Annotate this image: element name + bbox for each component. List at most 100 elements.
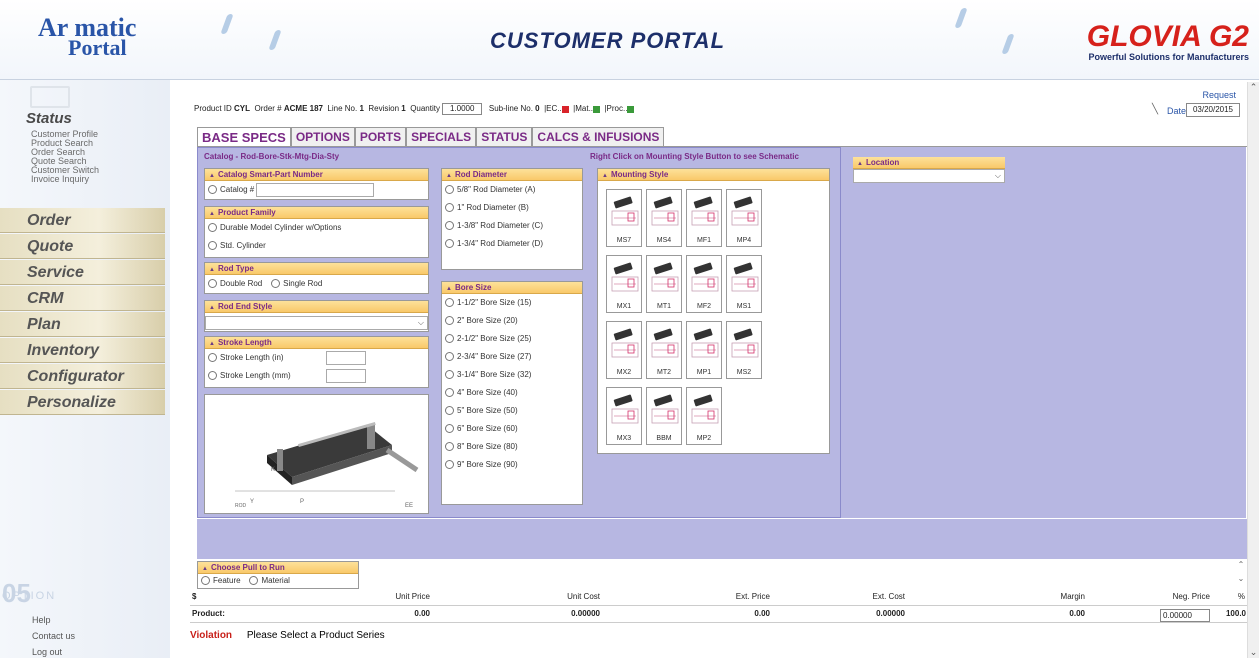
radio-button[interactable] xyxy=(208,223,217,233)
bore-size-option[interactable]: 1-1/2" Bore Size (15) xyxy=(442,294,582,312)
product-family-option-durable[interactable]: Durable Model Cylinder w/Options xyxy=(205,219,428,237)
mounting-style-button[interactable]: MP1 xyxy=(686,321,722,379)
aromatic-portal-logo[interactable]: Ar matic Portal xyxy=(38,15,158,62)
sidebar-item-inventory[interactable]: Inventory xyxy=(0,338,165,363)
mat-status-icon[interactable] xyxy=(593,105,601,113)
rod-type-option-double[interactable]: Double Rod xyxy=(208,279,262,289)
stroke-length-mm-input[interactable] xyxy=(326,368,366,383)
radio-button[interactable] xyxy=(445,370,454,380)
bore-size-option[interactable]: 2-3/4" Bore Size (27) xyxy=(442,348,582,366)
choose-pull-option-material[interactable]: Material xyxy=(249,576,290,586)
radio-button[interactable] xyxy=(445,221,454,231)
bore-size-option[interactable]: 4" Bore Size (40) xyxy=(442,384,582,402)
stroke-length-in-option[interactable]: Stroke Length (in) xyxy=(205,349,428,367)
radio-button[interactable] xyxy=(445,388,454,398)
bore-size-option[interactable]: 6" Bore Size (60) xyxy=(442,420,582,438)
log-out-link[interactable]: Log out xyxy=(32,644,75,658)
lower-scrollbar[interactable]: ⌃ ⌄ xyxy=(1235,558,1247,590)
tab-status[interactable]: STATUS xyxy=(476,127,533,147)
sidebar-item-quote[interactable]: Quote xyxy=(0,234,165,259)
mounting-style-button[interactable]: MX3 xyxy=(606,387,642,445)
radio-button[interactable] xyxy=(445,442,454,452)
mounting-style-button[interactable]: MX1 xyxy=(606,255,642,313)
radio-button[interactable] xyxy=(445,203,454,213)
page-scrollbar[interactable]: ⌃ ⌄ xyxy=(1247,82,1259,658)
stroke-length-mm-option[interactable]: Stroke Length (mm) xyxy=(205,367,428,385)
mounting-style-button[interactable]: MP2 xyxy=(686,387,722,445)
tab-ports[interactable]: PORTS xyxy=(354,127,407,147)
mounting-style-button[interactable]: MS7 xyxy=(606,189,642,247)
radio-button[interactable] xyxy=(445,316,454,326)
scroll-up-icon[interactable]: ⌃ xyxy=(1248,82,1259,93)
mounting-style-button[interactable]: BBM xyxy=(646,387,682,445)
radio-button[interactable] xyxy=(445,334,454,344)
proc-status-icon[interactable] xyxy=(627,105,635,113)
mat-link[interactable]: |Mat.. xyxy=(573,104,593,113)
choose-pull-option-feature[interactable]: Feature xyxy=(201,576,241,586)
quantity-input[interactable]: 1.0000 xyxy=(442,103,483,115)
chevron-down-icon[interactable]: ⌵ xyxy=(995,171,1001,181)
chevron-down-icon[interactable]: ⌵ xyxy=(418,318,424,328)
contact-us-link[interactable]: Contact us xyxy=(32,628,75,644)
rod-diameter-option[interactable]: 1-3/4" Rod Diameter (D) xyxy=(442,235,582,253)
radio-button[interactable] xyxy=(445,298,454,308)
sidebar-item-plan[interactable]: Plan xyxy=(0,312,165,337)
mounting-style-button[interactable]: MP4 xyxy=(726,189,762,247)
bore-size-option[interactable]: 9" Bore Size (90) xyxy=(442,456,582,474)
bore-size-option[interactable]: 2-1/2" Bore Size (25) xyxy=(442,330,582,348)
mounting-style-button[interactable]: MT2 xyxy=(646,321,682,379)
rod-type-option-single[interactable]: Single Rod xyxy=(271,279,322,289)
radio-button[interactable] xyxy=(445,460,454,470)
tab-specials[interactable]: SPECIALS xyxy=(406,127,477,147)
radio-button[interactable] xyxy=(249,576,259,586)
mounting-style-button[interactable]: MX2 xyxy=(606,321,642,379)
mounting-style-button[interactable]: MF1 xyxy=(686,189,722,247)
mounting-style-button[interactable]: MS4 xyxy=(646,189,682,247)
radio-button[interactable] xyxy=(445,406,454,416)
product-family-option-std[interactable]: Std. Cylinder xyxy=(205,237,428,255)
bore-size-option[interactable]: 3-1/4" Bore Size (32) xyxy=(442,366,582,384)
neg-price-input[interactable]: 0.00000 xyxy=(1160,609,1210,622)
tab-options[interactable]: OPTIONS xyxy=(290,127,355,147)
sidebar-item-order[interactable]: Order xyxy=(0,208,165,233)
radio-button[interactable] xyxy=(445,239,454,249)
radio-button[interactable] xyxy=(208,353,217,363)
request-link[interactable]: Request xyxy=(1202,90,1236,100)
mounting-style-button[interactable]: MS2 xyxy=(726,321,762,379)
sidebar-item-configurator[interactable]: Configurator xyxy=(0,364,165,389)
ec-status-icon[interactable] xyxy=(561,105,569,113)
radio-button[interactable] xyxy=(445,424,454,434)
radio-button[interactable] xyxy=(445,352,454,362)
catalog-number-input[interactable] xyxy=(256,182,375,197)
rod-diameter-option[interactable]: 5/8" Rod Diameter (A) xyxy=(442,181,582,199)
pen-icon[interactable]: ╲ xyxy=(1152,104,1158,115)
mounting-style-button[interactable]: MS1 xyxy=(726,255,762,313)
radio-button[interactable] xyxy=(208,371,217,381)
tab-calcs-infusions[interactable]: CALCS & INFUSIONS xyxy=(532,127,665,147)
bore-size-option[interactable]: 2" Bore Size (20) xyxy=(442,312,582,330)
sidebar-item-service[interactable]: Service xyxy=(0,260,165,285)
rod-end-style-select[interactable]: ⌵ xyxy=(205,316,428,330)
ec-link[interactable]: |EC.. xyxy=(544,104,562,113)
bore-size-option[interactable]: 5" Bore Size (50) xyxy=(442,402,582,420)
scroll-down-icon[interactable]: ⌄ xyxy=(1248,647,1259,658)
mounting-style-button[interactable]: MT1 xyxy=(646,255,682,313)
tab-base-specs[interactable]: BASE SPECS xyxy=(197,127,291,147)
sidebar-item-crm[interactable]: CRM xyxy=(0,286,165,311)
catalog-number-option[interactable]: Catalog # xyxy=(205,181,428,199)
radio-button[interactable] xyxy=(201,576,210,586)
radio-button[interactable] xyxy=(445,185,454,195)
stroke-length-in-input[interactable] xyxy=(326,350,366,365)
status-link-invoice-inquiry[interactable]: Invoice Inquiry xyxy=(31,175,99,184)
radio-button[interactable] xyxy=(208,279,217,289)
mounting-style-button[interactable]: MF2 xyxy=(686,255,722,313)
bore-size-option[interactable]: 8" Bore Size (80) xyxy=(442,438,582,456)
radio-button[interactable] xyxy=(271,279,281,289)
help-link[interactable]: Help xyxy=(32,612,75,628)
sidebar-item-personalize[interactable]: Personalize xyxy=(0,390,165,415)
date-input[interactable]: 03/20/2015 xyxy=(1186,103,1240,117)
radio-button[interactable] xyxy=(208,185,217,195)
radio-button[interactable] xyxy=(208,241,217,251)
rod-diameter-option[interactable]: 1" Rod Diameter (B) xyxy=(442,199,582,217)
location-select[interactable]: ⌵ xyxy=(853,169,1005,183)
